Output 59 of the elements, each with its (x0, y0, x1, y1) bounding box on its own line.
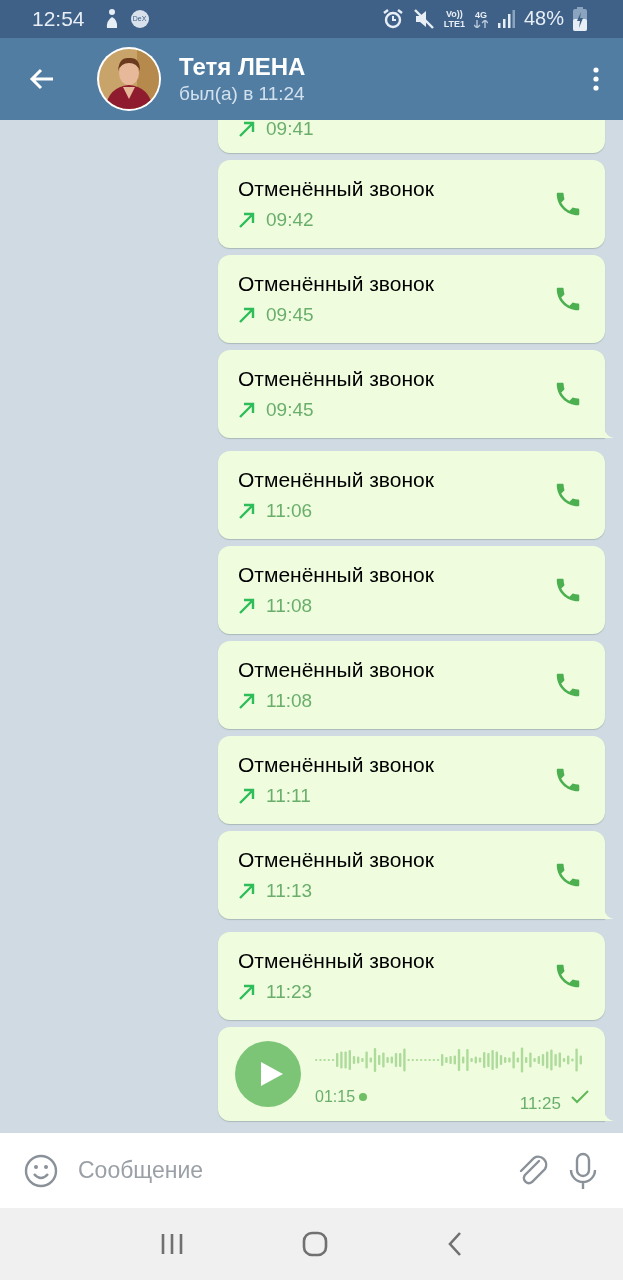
more-icon (593, 66, 599, 91)
signal-icon (496, 8, 515, 29)
microphone-icon[interactable] (569, 1151, 597, 1190)
call-title: Отменённый звонок (238, 467, 435, 494)
volte-label: Vo)) (445, 8, 463, 19)
call-message[interactable]: Отменённый звонок 11:08 (218, 546, 605, 635)
call-time: 11:23 (266, 980, 313, 1005)
call-time: 11:06 (266, 499, 313, 524)
outgoing-arrow-icon (238, 882, 256, 901)
data-arrows-icon (473, 19, 488, 28)
outgoing-arrow-icon (238, 120, 256, 139)
message-time: 11:25 (519, 1094, 561, 1115)
call-title: Отменённый звонок (238, 948, 435, 975)
call-message[interactable]: Отменённый звонок 09:45 (218, 350, 605, 439)
home-icon[interactable] (302, 1230, 329, 1257)
call-message[interactable]: Отменённый звонок 11:06 (218, 451, 605, 540)
call-title: Отменённый звонок (238, 366, 435, 393)
last-seen: был(а) в 11:24 (179, 81, 306, 106)
call-time: 11:13 (266, 879, 313, 904)
call-time: 11:08 (266, 689, 313, 714)
mute-icon (412, 7, 435, 30)
alarm-icon (381, 7, 404, 30)
status-time: 12:54 (32, 6, 85, 31)
sent-check-icon (571, 1090, 589, 1105)
voice-duration: 01:15 (315, 1088, 356, 1107)
lte-label: LTE1 (443, 18, 465, 29)
battery-percent: 48% (523, 7, 564, 31)
contact-name: Тетя ЛЕНА (179, 51, 307, 82)
call-message[interactable]: Отменённый звонок 11:23 (218, 932, 605, 1021)
message-input[interactable]: Сообщение (78, 1157, 497, 1184)
call-message[interactable]: Отменённый звонок 11:13 (218, 831, 605, 920)
outgoing-arrow-icon (238, 502, 256, 521)
call-title: Отменённый звонок (238, 176, 435, 203)
call-time: 09:42 (266, 208, 314, 233)
call-message[interactable]: Отменённый звонок 09:45 (218, 255, 605, 344)
outgoing-arrow-icon (238, 306, 256, 325)
network-label: 4G (474, 9, 487, 20)
emoji-icon[interactable] (24, 1153, 58, 1188)
call-title: Отменённый звонок (238, 271, 435, 298)
call-title: Отменённый звонок (238, 752, 435, 779)
call-time: 09:45 (266, 303, 314, 328)
call-title: Отменённый звонок (238, 657, 435, 684)
call-title: Отменённый звонок (238, 847, 435, 874)
battery-charging-icon (573, 6, 587, 31)
call-time: 09:45 (266, 398, 314, 423)
call-title: Отменённый звонок (238, 562, 435, 589)
outgoing-arrow-icon (238, 983, 256, 1002)
outgoing-arrow-icon (238, 597, 256, 616)
call-message[interactable]: Отменённый звонок 11:11 (218, 736, 605, 825)
play-icon (258, 1060, 284, 1089)
call-time: 09:41 (266, 119, 314, 142)
call-message[interactable]: Отменённый звонок 11:08 (218, 641, 605, 730)
outgoing-arrow-icon (238, 787, 256, 806)
outgoing-arrow-icon (238, 211, 256, 230)
outgoing-arrow-icon (238, 692, 256, 711)
call-message[interactable]: Отменённый звонок 09:42 (218, 160, 605, 249)
call-time: 11:08 (266, 594, 313, 619)
outgoing-arrow-icon (238, 401, 256, 420)
call-time: 11:11 (266, 784, 311, 809)
